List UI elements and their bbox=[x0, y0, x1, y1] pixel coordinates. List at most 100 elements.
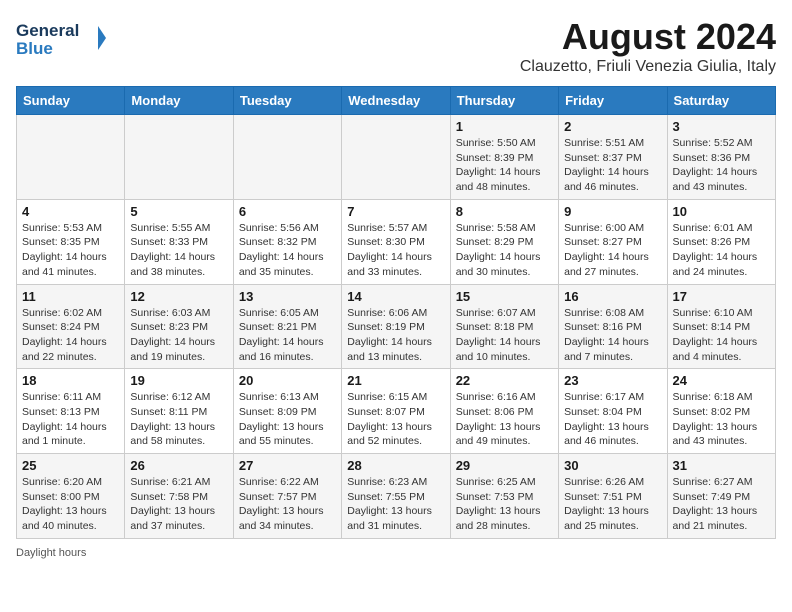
calendar-cell bbox=[342, 115, 450, 200]
day-number: 20 bbox=[239, 373, 336, 388]
day-number: 30 bbox=[564, 458, 661, 473]
calendar-cell: 7 Sunrise: 5:57 AM Sunset: 8:30 PM Daylig… bbox=[342, 199, 450, 284]
calendar-cell bbox=[125, 115, 233, 200]
day-number: 6 bbox=[239, 204, 336, 219]
col-header-sunday: Sunday bbox=[17, 87, 125, 115]
day-info: Sunrise: 6:05 AM Sunset: 8:21 PM Dayligh… bbox=[239, 306, 336, 365]
calendar-table: SundayMondayTuesdayWednesdayThursdayFrid… bbox=[16, 86, 776, 539]
day-info: Sunrise: 6:01 AM Sunset: 8:26 PM Dayligh… bbox=[673, 221, 770, 280]
day-info: Sunrise: 5:56 AM Sunset: 8:32 PM Dayligh… bbox=[239, 221, 336, 280]
day-info: Sunrise: 5:57 AM Sunset: 8:30 PM Dayligh… bbox=[347, 221, 444, 280]
calendar-week-2: 11Sunrise: 6:02 AM Sunset: 8:24 PM Dayli… bbox=[17, 284, 776, 369]
calendar-cell: 5Sunrise: 5:55 AM Sunset: 8:33 PM Daylig… bbox=[125, 199, 233, 284]
day-info: Sunrise: 6:08 AM Sunset: 8:16 PM Dayligh… bbox=[564, 306, 661, 365]
calendar-cell: 30 Sunrise: 6:26 AM Sunset: 7:51 PM Dayli… bbox=[559, 454, 667, 539]
calendar-cell: 29 Sunrise: 6:25 AM Sunset: 7:53 PM Dayli… bbox=[450, 454, 558, 539]
calendar-week-4: 25Sunrise: 6:20 AM Sunset: 8:00 PM Dayli… bbox=[17, 454, 776, 539]
day-number: 10 bbox=[673, 204, 770, 219]
calendar-cell: 14 Sunrise: 6:06 AM Sunset: 8:19 PM Dayli… bbox=[342, 284, 450, 369]
calendar-week-3: 18Sunrise: 6:11 AM Sunset: 8:13 PM Dayli… bbox=[17, 369, 776, 454]
day-number: 29 bbox=[456, 458, 553, 473]
calendar-cell: 8 Sunrise: 5:58 AM Sunset: 8:29 PM Daylig… bbox=[450, 199, 558, 284]
day-info: Sunrise: 6:06 AM Sunset: 8:19 PM Dayligh… bbox=[347, 306, 444, 365]
day-info: Sunrise: 6:17 AM Sunset: 8:04 PM Dayligh… bbox=[564, 390, 661, 449]
calendar-cell: 22Sunrise: 6:16 AM Sunset: 8:06 PM Dayli… bbox=[450, 369, 558, 454]
calendar-cell bbox=[17, 115, 125, 200]
day-info: Sunrise: 6:03 AM Sunset: 8:23 PM Dayligh… bbox=[130, 306, 227, 365]
calendar-week-1: 4 Sunrise: 5:53 AM Sunset: 8:35 PM Daylig… bbox=[17, 199, 776, 284]
calendar-cell: 31 Sunrise: 6:27 AM Sunset: 7:49 PM Dayli… bbox=[667, 454, 775, 539]
day-info: Sunrise: 5:53 AM Sunset: 8:35 PM Dayligh… bbox=[22, 221, 119, 280]
day-info: Sunrise: 5:50 AM Sunset: 8:39 PM Dayligh… bbox=[456, 136, 553, 195]
day-number: 12 bbox=[130, 289, 227, 304]
day-number: 2 bbox=[564, 119, 661, 134]
day-number: 8 bbox=[456, 204, 553, 219]
calendar-cell: 17 Sunrise: 6:10 AM Sunset: 8:14 PM Dayli… bbox=[667, 284, 775, 369]
logo-svg: General Blue bbox=[16, 16, 106, 61]
day-number: 7 bbox=[347, 204, 444, 219]
logo: General Blue bbox=[16, 16, 106, 61]
calendar-cell: 2 Sunrise: 5:51 AM Sunset: 8:37 PM Daylig… bbox=[559, 115, 667, 200]
calendar-cell: 9 Sunrise: 6:00 AM Sunset: 8:27 PM Daylig… bbox=[559, 199, 667, 284]
day-info: Sunrise: 6:13 AM Sunset: 8:09 PM Dayligh… bbox=[239, 390, 336, 449]
calendar-cell: 21 Sunrise: 6:15 AM Sunset: 8:07 PM Dayli… bbox=[342, 369, 450, 454]
day-number: 23 bbox=[564, 373, 661, 388]
calendar-cell: 10 Sunrise: 6:01 AM Sunset: 8:26 PM Dayli… bbox=[667, 199, 775, 284]
col-header-monday: Monday bbox=[125, 87, 233, 115]
calendar-cell: 18Sunrise: 6:11 AM Sunset: 8:13 PM Dayli… bbox=[17, 369, 125, 454]
col-header-saturday: Saturday bbox=[667, 87, 775, 115]
day-number: 5 bbox=[130, 204, 227, 219]
calendar-cell: 25Sunrise: 6:20 AM Sunset: 8:00 PM Dayli… bbox=[17, 454, 125, 539]
col-header-wednesday: Wednesday bbox=[342, 87, 450, 115]
calendar-cell: 26 Sunrise: 6:21 AM Sunset: 7:58 PM Dayli… bbox=[125, 454, 233, 539]
day-info: Sunrise: 6:26 AM Sunset: 7:51 PM Dayligh… bbox=[564, 475, 661, 534]
day-info: Sunrise: 6:27 AM Sunset: 7:49 PM Dayligh… bbox=[673, 475, 770, 534]
calendar-cell: 13 Sunrise: 6:05 AM Sunset: 8:21 PM Dayli… bbox=[233, 284, 341, 369]
day-info: Sunrise: 6:15 AM Sunset: 8:07 PM Dayligh… bbox=[347, 390, 444, 449]
location-title: Clauzetto, Friuli Venezia Giulia, Italy bbox=[520, 58, 776, 76]
day-info: Sunrise: 6:20 AM Sunset: 8:00 PM Dayligh… bbox=[22, 475, 119, 534]
day-number: 26 bbox=[130, 458, 227, 473]
calendar-cell: 6 Sunrise: 5:56 AM Sunset: 8:32 PM Daylig… bbox=[233, 199, 341, 284]
day-number: 19 bbox=[130, 373, 227, 388]
day-number: 14 bbox=[347, 289, 444, 304]
day-info: Sunrise: 6:00 AM Sunset: 8:27 PM Dayligh… bbox=[564, 221, 661, 280]
day-of-week-header: SundayMondayTuesdayWednesdayThursdayFrid… bbox=[17, 87, 776, 115]
day-number: 16 bbox=[564, 289, 661, 304]
day-number: 24 bbox=[673, 373, 770, 388]
day-info: Sunrise: 6:23 AM Sunset: 7:55 PM Dayligh… bbox=[347, 475, 444, 534]
day-number: 3 bbox=[673, 119, 770, 134]
day-info: Sunrise: 6:10 AM Sunset: 8:14 PM Dayligh… bbox=[673, 306, 770, 365]
day-info: Sunrise: 6:22 AM Sunset: 7:57 PM Dayligh… bbox=[239, 475, 336, 534]
day-info: Sunrise: 5:51 AM Sunset: 8:37 PM Dayligh… bbox=[564, 136, 661, 195]
day-info: Sunrise: 6:07 AM Sunset: 8:18 PM Dayligh… bbox=[456, 306, 553, 365]
calendar-cell: 28 Sunrise: 6:23 AM Sunset: 7:55 PM Dayli… bbox=[342, 454, 450, 539]
calendar-cell: 24Sunrise: 6:18 AM Sunset: 8:02 PM Dayli… bbox=[667, 369, 775, 454]
col-header-thursday: Thursday bbox=[450, 87, 558, 115]
day-number: 1 bbox=[456, 119, 553, 134]
day-info: Sunrise: 6:12 AM Sunset: 8:11 PM Dayligh… bbox=[130, 390, 227, 449]
day-number: 22 bbox=[456, 373, 553, 388]
col-header-tuesday: Tuesday bbox=[233, 87, 341, 115]
day-number: 13 bbox=[239, 289, 336, 304]
day-number: 18 bbox=[22, 373, 119, 388]
page-header: General Blue August 2024 Clauzetto, Friu… bbox=[16, 16, 776, 76]
calendar-cell: 27Sunrise: 6:22 AM Sunset: 7:57 PM Dayli… bbox=[233, 454, 341, 539]
day-info: Sunrise: 6:21 AM Sunset: 7:58 PM Dayligh… bbox=[130, 475, 227, 534]
calendar-cell: 23 Sunrise: 6:17 AM Sunset: 8:04 PM Dayli… bbox=[559, 369, 667, 454]
day-number: 28 bbox=[347, 458, 444, 473]
day-info: Sunrise: 5:58 AM Sunset: 8:29 PM Dayligh… bbox=[456, 221, 553, 280]
day-number: 17 bbox=[673, 289, 770, 304]
day-number: 11 bbox=[22, 289, 119, 304]
day-number: 31 bbox=[673, 458, 770, 473]
day-number: 4 bbox=[22, 204, 119, 219]
day-info: Sunrise: 6:25 AM Sunset: 7:53 PM Dayligh… bbox=[456, 475, 553, 534]
calendar-cell: 11Sunrise: 6:02 AM Sunset: 8:24 PM Dayli… bbox=[17, 284, 125, 369]
calendar-cell: 20 Sunrise: 6:13 AM Sunset: 8:09 PM Dayli… bbox=[233, 369, 341, 454]
day-number: 21 bbox=[347, 373, 444, 388]
calendar-week-0: 1 Sunrise: 5:50 AM Sunset: 8:39 PM Daylig… bbox=[17, 115, 776, 200]
footer-note: Daylight hours bbox=[16, 547, 776, 559]
calendar-cell: 19 Sunrise: 6:12 AM Sunset: 8:11 PM Dayli… bbox=[125, 369, 233, 454]
day-number: 9 bbox=[564, 204, 661, 219]
title-area: August 2024 Clauzetto, Friuli Venezia Gi… bbox=[520, 16, 776, 76]
